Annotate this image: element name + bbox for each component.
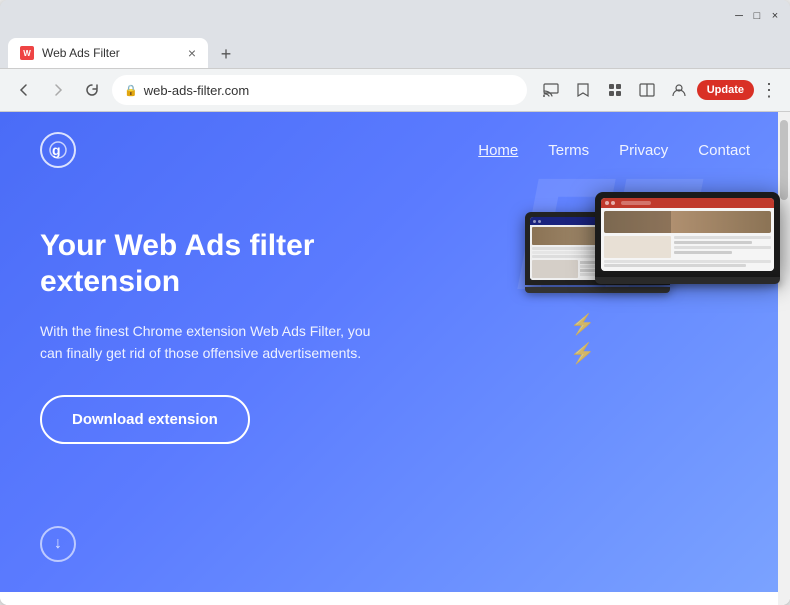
close-tab-button[interactable]: × xyxy=(188,45,196,61)
profile-icon[interactable] xyxy=(665,76,693,104)
hero-description: With the finest Chrome extension Web Ads… xyxy=(40,320,380,365)
tab-bar: W Web Ads Filter × + xyxy=(0,32,790,68)
active-tab[interactable]: W Web Ads Filter × xyxy=(8,38,208,68)
hero-title: Your Web Ads filter extension xyxy=(40,228,380,300)
reload-button[interactable] xyxy=(78,76,106,104)
window-controls: ─ □ × xyxy=(732,9,782,23)
close-window-button[interactable]: × xyxy=(768,9,782,23)
new-tab-button[interactable]: + xyxy=(212,40,240,68)
hero-content: Your Web Ads filter extension With the f… xyxy=(0,188,420,444)
cast-icon[interactable] xyxy=(537,76,565,104)
title-bar: ─ □ × xyxy=(0,0,790,32)
browser-menu-button[interactable]: ⋮ xyxy=(758,80,780,101)
url-text: web-ads-filter.com xyxy=(144,83,249,98)
laptop-front xyxy=(595,192,780,284)
split-view-icon[interactable] xyxy=(633,76,661,104)
update-button[interactable]: Update xyxy=(697,80,754,100)
forward-button[interactable] xyxy=(44,76,72,104)
hero-section: FF g Home Terms Privacy xyxy=(0,112,790,592)
minimize-button[interactable]: ─ xyxy=(732,9,746,23)
scroll-indicator[interactable]: ↓ xyxy=(40,526,76,562)
address-bar[interactable]: 🔒 web-ads-filter.com xyxy=(112,75,527,105)
site-menu: Home Terms Privacy Contact xyxy=(478,142,750,159)
tab-title: Web Ads Filter xyxy=(42,46,120,60)
nav-privacy[interactable]: Privacy xyxy=(619,142,668,159)
site-nav: g Home Terms Privacy Contact xyxy=(0,112,790,188)
nav-contact[interactable]: Contact xyxy=(698,142,750,159)
browser-frame: ─ □ × W Web Ads Filter × + 🔒 web-ads-fil… xyxy=(0,0,790,605)
navigation-bar: 🔒 web-ads-filter.com Update ⋮ xyxy=(0,68,790,112)
nav-home[interactable]: Home xyxy=(478,142,518,159)
toolbar-right: Update ⋮ xyxy=(537,76,780,104)
logo-icon: g xyxy=(40,132,76,168)
page-content: FF g Home Terms Privacy xyxy=(0,112,790,605)
maximize-button[interactable]: □ xyxy=(750,9,764,23)
bookmark-icon[interactable] xyxy=(569,76,597,104)
extensions-icon[interactable] xyxy=(601,76,629,104)
scroll-down-icon: ↓ xyxy=(54,535,62,553)
site-logo: g xyxy=(40,132,76,168)
devices-container: ⚡ ⚡ xyxy=(410,182,790,562)
svg-text:W: W xyxy=(23,49,31,58)
tab-favicon: W xyxy=(20,46,34,60)
lock-icon: 🔒 xyxy=(124,84,138,97)
nav-terms[interactable]: Terms xyxy=(548,142,589,159)
back-button[interactable] xyxy=(10,76,38,104)
bottom-section xyxy=(0,592,790,605)
arrow-icon: ⚡ ⚡ xyxy=(570,312,595,366)
download-button[interactable]: Download extension xyxy=(40,395,250,444)
